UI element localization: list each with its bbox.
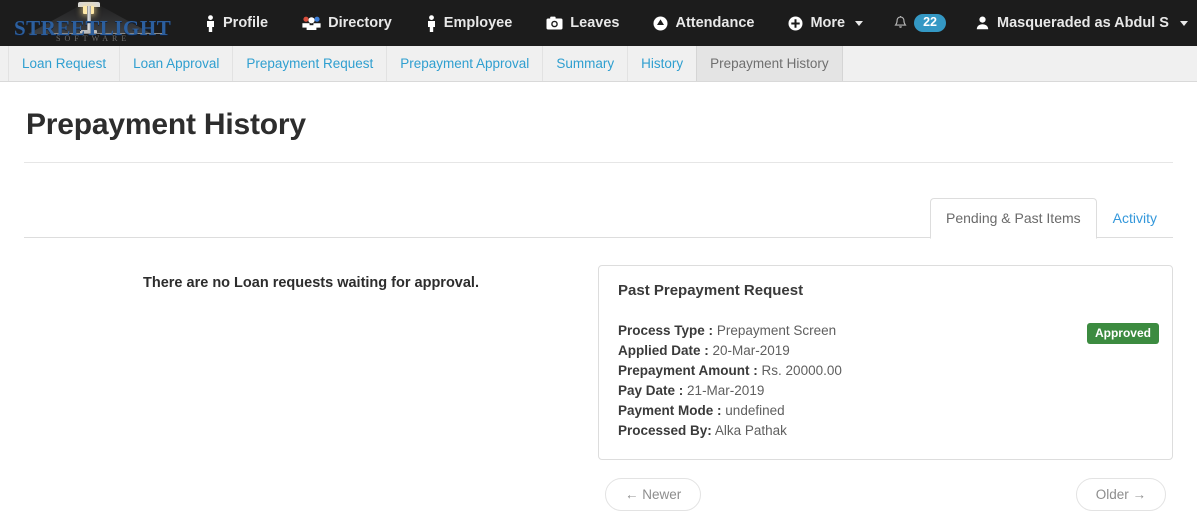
subnav-item-loan-request[interactable]: Loan Request — [8, 46, 121, 81]
subnav-item-history[interactable]: History — [627, 46, 698, 81]
subnav-item-loan-approval[interactable]: Loan Approval — [119, 46, 234, 81]
empty-state-message: There are no Loan requests waiting for a… — [143, 275, 479, 291]
field-label: Pay Date : — [618, 383, 684, 398]
pending-requests-column: There are no Loan requests waiting for a… — [24, 265, 598, 291]
nav-item-label: Attendance — [675, 15, 755, 31]
user-menu-button[interactable]: Masqueraded as Abdul S — [960, 0, 1197, 46]
older-button[interactable]: Older → — [1075, 478, 1166, 511]
chevron-down-icon — [855, 20, 864, 26]
field-applied-date: Applied Date : 20-Mar-2019 — [618, 341, 1153, 361]
plus-circle-icon — [788, 16, 803, 31]
brand-logo[interactable]: STREETLIGHT SOFTWARE — [6, 0, 176, 46]
field-process-type: Process Type : Prepayment Screen — [618, 321, 1153, 341]
person-icon — [426, 14, 437, 32]
subnav-item-prepayment-approval[interactable]: Prepayment Approval — [386, 46, 544, 81]
field-label: Prepayment Amount : — [618, 363, 758, 378]
field-label: Applied Date : — [618, 343, 709, 358]
field-value: undefined — [725, 403, 785, 418]
subnav-item-summary[interactable]: Summary — [542, 46, 629, 81]
bell-icon — [894, 15, 907, 31]
users-group-icon — [302, 15, 321, 31]
tab-pending-and-past-items[interactable]: Pending & Past Items — [930, 198, 1097, 239]
status-badge: Approved — [1086, 323, 1159, 344]
field-pay-date: Pay Date : 21-Mar-2019 — [618, 381, 1153, 401]
field-payment-mode: Payment Mode : undefined — [618, 401, 1153, 421]
nav-item-more[interactable]: More — [771, 0, 880, 46]
camera-icon — [546, 16, 563, 31]
primary-nav: Profile Directory Employee Leaves Attend… — [188, 0, 880, 46]
past-requests-column: Past Prepayment Request Process Type : P… — [598, 265, 1173, 511]
notification-count-badge: 22 — [914, 14, 947, 32]
circle-caret-icon — [653, 16, 668, 31]
tab-activity[interactable]: Activity — [1097, 198, 1173, 239]
navbar-right: 22 Masqueraded as Abdul S — [880, 0, 1197, 46]
field-label: Process Type : — [618, 323, 714, 338]
field-value: 20-Mar-2019 — [712, 343, 790, 358]
newer-button[interactable]: ← Newer — [605, 478, 702, 511]
top-navbar: STREETLIGHT SOFTWARE Profile Directory E… — [0, 0, 1197, 46]
card-title: Past Prepayment Request — [618, 282, 804, 299]
nav-item-label: More — [810, 15, 846, 31]
section-subnav: Loan Request Loan Approval Prepayment Re… — [0, 46, 1197, 82]
field-prepayment-amount: Prepayment Amount : Rs. 20000.00 — [618, 361, 1153, 381]
field-value: 21-Mar-2019 — [687, 383, 765, 398]
field-processed-by: Processed By: Alka Pathak — [618, 421, 1153, 441]
nav-item-label: Directory — [328, 15, 392, 31]
nav-item-label: Employee — [443, 15, 513, 31]
field-value: Prepayment Screen — [716, 323, 837, 338]
field-label: Processed By: — [618, 423, 712, 438]
chevron-down-icon — [1179, 20, 1188, 26]
nav-item-profile[interactable]: Profile — [188, 0, 285, 46]
page-title: Prepayment History — [26, 108, 306, 141]
nav-item-employee[interactable]: Employee — [409, 0, 530, 46]
past-prepayment-request-card: Past Prepayment Request Process Type : P… — [598, 265, 1173, 460]
content-tabs: Pending & Past Items Activity — [24, 194, 1173, 239]
field-label: Payment Mode : — [618, 403, 722, 418]
person-icon — [205, 14, 216, 32]
page-body: Prepayment History Pending & Past Items … — [0, 108, 1197, 511]
field-value: Alka Pathak — [714, 423, 787, 438]
subnav-item-prepayment-history[interactable]: Prepayment History — [696, 46, 843, 81]
nav-item-label: Profile — [223, 15, 269, 31]
title-divider — [24, 162, 1173, 163]
nav-item-leaves[interactable]: Leaves — [529, 0, 636, 46]
nav-item-label: Leaves — [570, 15, 620, 31]
notifications-button[interactable]: 22 — [880, 0, 960, 46]
field-value: Rs. 20000.00 — [761, 363, 842, 378]
nav-item-attendance[interactable]: Attendance — [636, 0, 771, 46]
pagination-controls: ← Newer Older → — [598, 478, 1173, 511]
brand-subword: SOFTWARE — [56, 34, 131, 43]
content-area: There are no Loan requests waiting for a… — [24, 265, 1173, 511]
user-menu-label: Masqueraded as Abdul S — [997, 15, 1169, 31]
nav-item-directory[interactable]: Directory — [285, 0, 409, 46]
user-avatar-icon — [976, 16, 989, 30]
subnav-item-prepayment-request[interactable]: Prepayment Request — [232, 46, 388, 81]
